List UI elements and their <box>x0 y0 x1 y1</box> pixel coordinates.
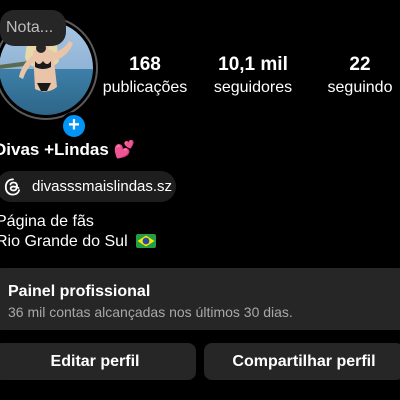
followers-count: 10,1 mil <box>218 54 288 75</box>
followers-label: seguidores <box>213 79 293 96</box>
threads-link[interactable]: divasssmaislindas.sz <box>0 171 176 202</box>
bio-location-text: Rio Grande do Sul <box>0 233 128 250</box>
bio-location: Rio Grande do Sul <box>0 232 157 252</box>
brazil-flag-icon <box>136 234 157 248</box>
professional-dashboard[interactable]: Painel profissional 36 mil contas alcanç… <box>0 268 400 330</box>
note-bubble[interactable]: Nota... <box>0 10 66 46</box>
edit-profile-button[interactable]: Editar perfil <box>0 343 196 380</box>
dashboard-title: Painel profissional <box>8 283 151 300</box>
followers-stat[interactable]: 10,1 mil seguidores <box>208 54 298 98</box>
bio-category: Página de fãs <box>0 213 94 230</box>
threads-handle: divasssmaislindas.sz <box>32 178 173 195</box>
share-profile-button[interactable]: Compartilhar perfil <box>204 343 400 380</box>
following-count: 22 <box>349 54 371 75</box>
posts-stat[interactable]: 168 publicações <box>99 54 191 98</box>
dashboard-subtitle: 36 mil contas alcançadas nos últimos 30 … <box>8 304 293 320</box>
profile-display-name: Divas +Lindas 💕 <box>0 140 135 159</box>
following-stat[interactable]: 22 seguindo <box>320 54 400 98</box>
posts-label: publicações <box>102 79 188 96</box>
note-placeholder: Nota... <box>6 19 54 36</box>
threads-icon <box>4 177 21 196</box>
posts-count: 168 <box>129 54 161 75</box>
note-bubble-tail <box>36 43 46 53</box>
following-label: seguindo <box>327 79 393 96</box>
add-story-glyph: + <box>68 114 80 136</box>
add-story-icon[interactable]: + <box>60 112 88 140</box>
